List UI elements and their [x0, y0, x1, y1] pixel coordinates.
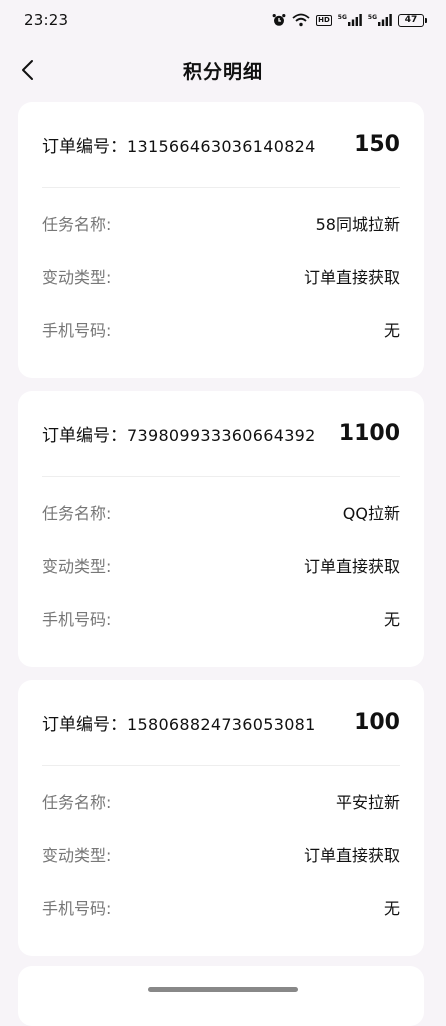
signal-bars-icon — [378, 14, 392, 26]
points-value: 100 — [354, 710, 400, 735]
battery-icon: 47 — [398, 13, 427, 27]
points-record-card: 订单编号：1315664630361408​24 150 任务名称: 58同城拉… — [18, 102, 424, 378]
change-type-row: 变动类型: 订单直接获取 — [42, 538, 400, 591]
chevron-left-icon — [22, 60, 33, 80]
card-header: 订单编号：1315664630361408​24 150 — [42, 102, 400, 188]
phone-label: 手机号码: — [42, 320, 112, 340]
wifi-icon — [292, 13, 310, 27]
points-value: 1100 — [338, 421, 400, 446]
status-bar: 23:23 HD 5G 5G 47 — [0, 0, 446, 40]
phone-value: 无 — [383, 898, 400, 918]
task-name-value: QQ拉新 — [342, 503, 400, 523]
signal-bars-icon — [347, 14, 362, 26]
order-number-value: 158068824736053081 — [127, 715, 316, 734]
order-number-label: 订单编号： — [42, 715, 127, 735]
battery-level: 47 — [404, 15, 418, 25]
back-button[interactable] — [12, 52, 42, 88]
status-icons: HD 5G 5G 47 — [272, 13, 427, 27]
change-type-value: 订单直接获取 — [303, 556, 400, 576]
phone-value: 无 — [383, 609, 400, 629]
task-name-value: 58同城拉新 — [315, 214, 400, 234]
signal-1-label: 5G — [337, 14, 347, 21]
card-header: 订单编号：739809933360664392 1100 — [42, 391, 400, 477]
phone-value: 无 — [383, 320, 400, 340]
change-type-label: 变动类型: — [42, 556, 112, 576]
hd-badge: HD — [316, 14, 332, 26]
order-number-label: 订单编号： — [42, 426, 127, 446]
change-type-row: 变动类型: 订单直接获取 — [42, 827, 400, 880]
home-indicator[interactable] — [148, 987, 298, 992]
task-name-row: 任务名称: QQ拉新 — [42, 485, 400, 538]
order-number-line: 订单编号：739809933360664392 — [42, 421, 316, 446]
order-number-line: 订单编号：1315664630361408​24 — [42, 132, 316, 157]
task-name-row: 任务名称: 平安拉新 — [42, 774, 400, 827]
order-number-line: 订单编号：158068824736053081 — [42, 710, 316, 735]
phone-row: 手机号码: 无 — [42, 302, 400, 355]
page-title: 积分明细 — [182, 60, 263, 83]
points-record-card: 订单编号：158068824736053081 100 任务名称: 平安拉新 变… — [18, 680, 424, 956]
change-type-value: 订单直接获取 — [303, 267, 400, 287]
nav-bar: 积分明细 — [0, 44, 446, 96]
order-number-value: 739809933360664392 — [127, 426, 316, 445]
points-record-card: 订单编号：739809933360664392 1100 任务名称: QQ拉新 … — [18, 391, 424, 667]
task-name-row: 任务名称: 58同城拉新 — [42, 196, 400, 249]
card-rows: 任务名称: 平安拉新 变动类型: 订单直接获取 手机号码: 无 — [42, 766, 400, 933]
card-header: 订单编号：158068824736053081 100 — [42, 680, 400, 766]
order-number-value: 1315664630361408​24 — [127, 137, 316, 156]
phone-row: 手机号码: 无 — [42, 880, 400, 933]
phone-label: 手机号码: — [42, 609, 112, 629]
points-record-card-partial — [18, 966, 424, 1026]
signal-2-label: 5G — [367, 14, 377, 21]
card-rows: 任务名称: 58同城拉新 变动类型: 订单直接获取 手机号码: 无 — [42, 188, 400, 355]
phone-row: 手机号码: 无 — [42, 591, 400, 644]
change-type-row: 变动类型: 订单直接获取 — [42, 249, 400, 302]
change-type-label: 变动类型: — [42, 267, 112, 287]
signal-1: 5G — [338, 14, 362, 26]
points-value: 150 — [354, 132, 400, 157]
change-type-value: 订单直接获取 — [303, 845, 400, 865]
signal-2: 5G — [368, 14, 392, 26]
change-type-label: 变动类型: — [42, 845, 112, 865]
phone-label: 手机号码: — [42, 898, 112, 918]
alarm-icon — [272, 14, 286, 26]
task-name-value: 平安拉新 — [335, 792, 400, 812]
order-number-label: 订单编号： — [42, 137, 127, 157]
card-rows: 任务名称: QQ拉新 变动类型: 订单直接获取 手机号码: 无 — [42, 477, 400, 644]
task-name-label: 任务名称: — [42, 792, 112, 812]
task-name-label: 任务名称: — [42, 214, 112, 234]
status-time: 23:23 — [24, 11, 69, 29]
task-name-label: 任务名称: — [42, 503, 112, 523]
